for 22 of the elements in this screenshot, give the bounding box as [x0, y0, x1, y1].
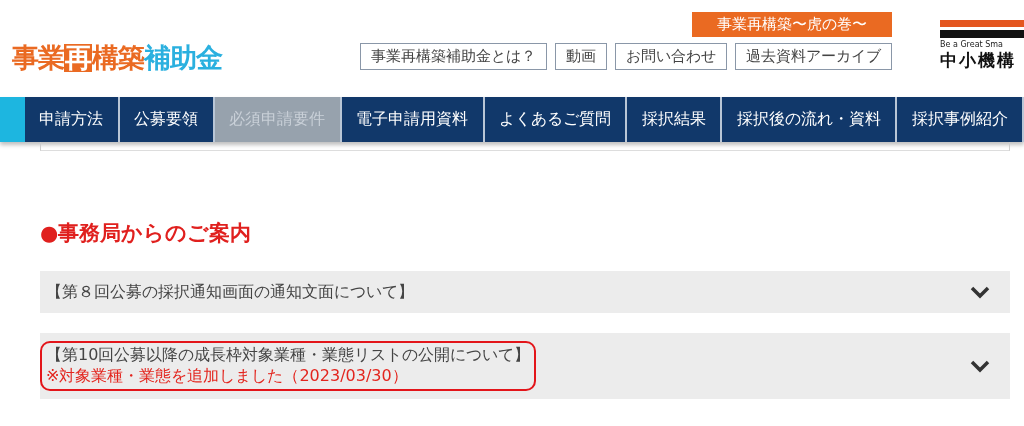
- chevron-down-icon: [970, 285, 990, 299]
- org-name: 中小機構: [940, 49, 1017, 72]
- org-tagline: Be a Great Sma: [940, 40, 1004, 49]
- org-logo-stripes-icon: [940, 18, 1024, 40]
- notice-title: 【第10回公募以降の成長枠対象業種・業態リストの公開について】: [46, 345, 531, 366]
- chevron-down-icon: [970, 359, 990, 373]
- nav-tab[interactable]: 採択結果: [627, 97, 723, 142]
- nav-tab[interactable]: よくあるご質問: [484, 97, 628, 142]
- section-heading: ●事務局からのご案内: [40, 220, 253, 247]
- nav-tab[interactable]: 公募要領: [119, 97, 215, 142]
- nav-tab[interactable]: 採択後の流れ・資料: [722, 97, 898, 142]
- header-link[interactable]: 過去資料アーカイブ: [735, 43, 892, 70]
- accordion-item[interactable]: 【第10回公募以降の成長枠対象業種・業態リストの公開について】 ※対象業種・業態を追加しました（2023/03/30）: [40, 333, 1010, 399]
- notice-title: 【第８回公募の採択通知画面の通知文面について】: [46, 281, 414, 303]
- notice-update-note: ※対象業種・業態を追加しました（2023/03/30）: [46, 366, 409, 387]
- nav-tab[interactable]: 申請方法: [25, 97, 120, 142]
- header-link[interactable]: 事業再構築補助金とは？: [360, 43, 547, 70]
- header-link[interactable]: 動画: [555, 43, 607, 70]
- accordion-item[interactable]: 【第８回公募の採択通知画面の通知文面について】: [40, 271, 1010, 313]
- nav-tab[interactable]: 電子申請用資料: [341, 97, 485, 142]
- header-link[interactable]: お問い合わせ: [615, 43, 727, 70]
- nav-tab[interactable]: 採択事例紹介: [897, 97, 1024, 142]
